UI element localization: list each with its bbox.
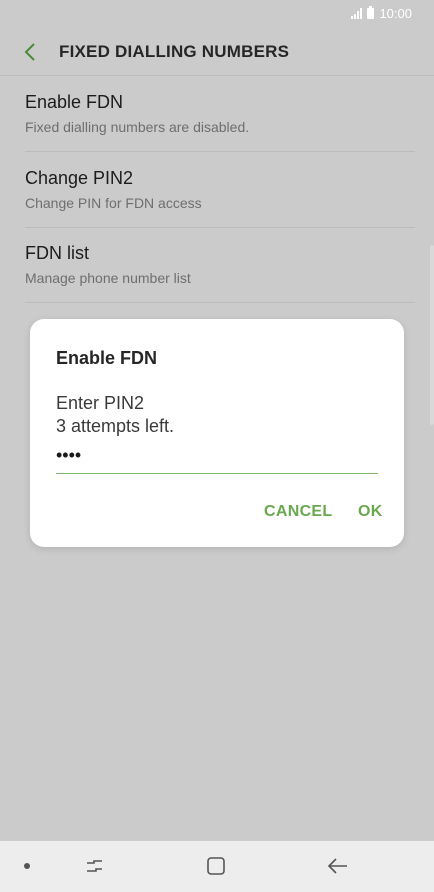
enable-fdn-dialog: Enable FDN Enter PIN2 3 attempts left. •… <box>30 319 404 547</box>
nav-dot-indicator <box>24 863 30 869</box>
battery-icon <box>367 6 375 19</box>
list-item-title: Enable FDN <box>25 92 124 112</box>
list-item-enable-fdn[interactable]: Enable FDN Fixed dialling numbers are di… <box>25 76 415 152</box>
pin2-input[interactable]: •••• <box>56 444 378 474</box>
list-item-title: FDN list <box>25 243 89 263</box>
cancel-button[interactable]: CANCEL <box>264 503 332 521</box>
ok-button[interactable]: OK <box>358 503 383 521</box>
scroll-indicator <box>430 245 434 425</box>
list-item-subtitle: Fixed dialling numbers are disabled. <box>25 119 250 135</box>
status-bar: 10:00 <box>0 0 434 30</box>
app-header: FIXED DIALLING NUMBERS <box>0 30 434 76</box>
status-time: 10:00 <box>379 6 412 21</box>
dialog-attempts: 3 attempts left. <box>56 416 175 436</box>
list-item-fdn-list[interactable]: FDN list Manage phone number list <box>25 227 415 303</box>
navigation-bar <box>0 841 434 892</box>
home-icon[interactable] <box>205 855 227 877</box>
list-item-change-pin2[interactable]: Change PIN2 Change PIN for FDN access <box>25 152 415 228</box>
list-item-subtitle: Change PIN for FDN access <box>25 195 202 211</box>
recent-apps-icon[interactable] <box>84 855 106 877</box>
page-title: FIXED DIALLING NUMBERS <box>59 42 290 61</box>
list-item-subtitle: Manage phone number list <box>25 270 191 286</box>
signal-icon <box>351 8 363 19</box>
chevron-left-icon[interactable] <box>20 41 42 63</box>
dialog-prompt: Enter PIN2 <box>56 393 145 413</box>
back-arrow-icon[interactable] <box>326 855 350 877</box>
dialog-title: Enable FDN <box>56 348 158 368</box>
list-item-title: Change PIN2 <box>25 168 134 188</box>
